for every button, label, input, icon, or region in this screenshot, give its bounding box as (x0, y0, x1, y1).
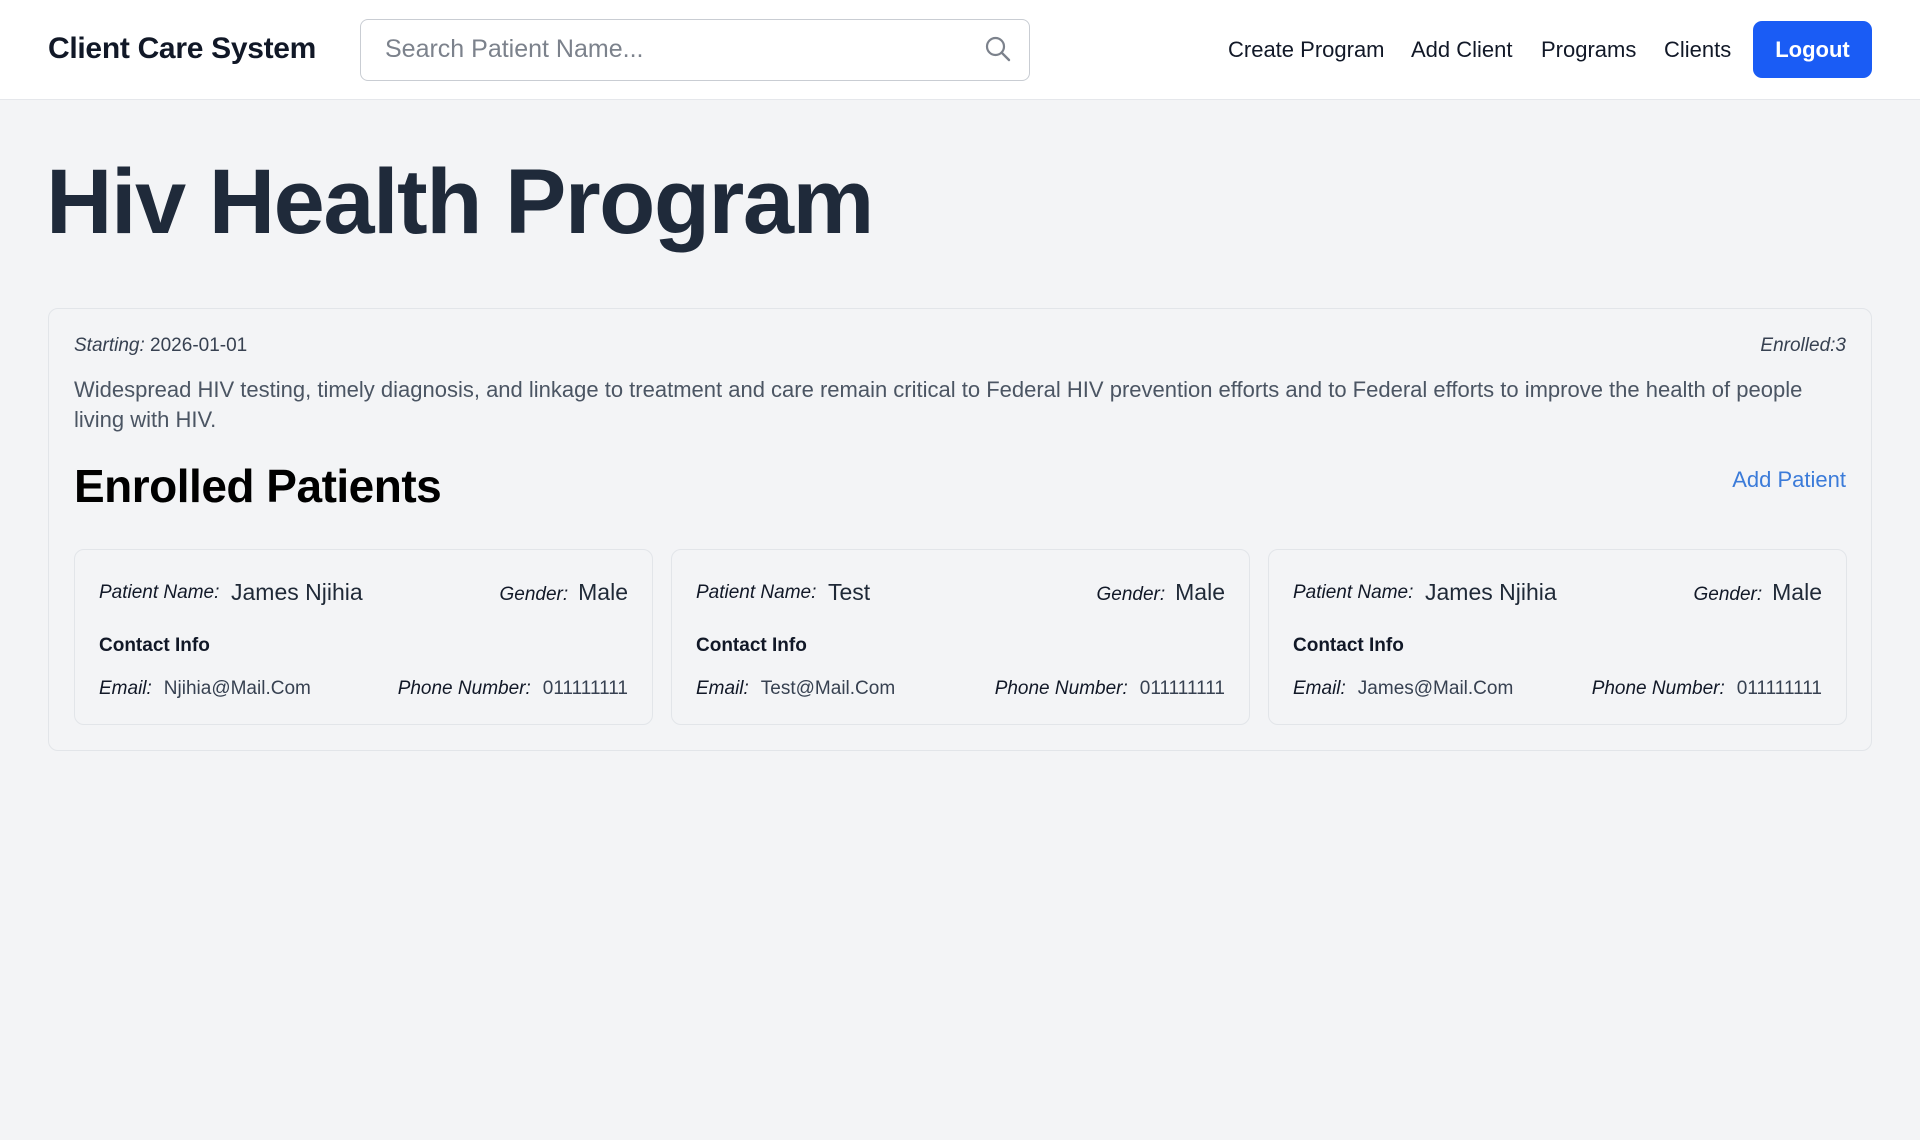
phone-label: Phone Number: (1591, 678, 1725, 699)
search-box[interactable] (360, 19, 1030, 81)
enrolled-value: 3 (1835, 335, 1846, 356)
phone-label: Phone Number: (397, 678, 531, 699)
enrolled-patients-heading: Enrolled Patients (74, 460, 442, 512)
patient-phone: 011111111 (542, 678, 628, 699)
email-label: Email: (1293, 678, 1346, 699)
program-card: Starting: 2026-01-01 Enrolled:3 Widespre… (48, 308, 1872, 751)
enrolled-label: Enrolled: (1760, 335, 1836, 356)
nav-create-program[interactable]: Create Program (1228, 37, 1385, 63)
patient-email: Test@Mail.Com (760, 678, 896, 699)
patient-name-label: Patient Name: (696, 582, 817, 603)
email-group: Email: James@Mail.Com (1293, 678, 1513, 700)
logout-button[interactable]: Logout (1753, 21, 1872, 78)
gender-label: Gender: (1096, 584, 1166, 605)
patient-email: Njihia@Mail.Com (163, 678, 311, 699)
starting-date: 2026-01-01 (150, 335, 248, 356)
program-description: Widespread HIV testing, timely diagnosis… (74, 377, 1803, 432)
phone-group: Phone Number: 011111111 (398, 678, 628, 700)
starting-label: Starting: (74, 335, 145, 356)
search-icon[interactable] (984, 35, 1012, 63)
top-navbar: Client Care System Create Program Add Cl… (0, 0, 1920, 100)
patient-card: Patient Name: Test Gender: Male Contact I… (671, 549, 1250, 725)
patient-email: James@Mail.Com (1357, 678, 1514, 699)
page-title: Hiv Health Program (46, 151, 874, 253)
email-label: Email: (99, 678, 152, 699)
email-label: Email: (696, 678, 749, 699)
patient-gender: Male (1175, 579, 1225, 605)
gender-group: Gender: Male (1096, 579, 1225, 606)
email-group: Email: Njihia@Mail.Com (99, 678, 311, 700)
search-input[interactable] (361, 20, 971, 79)
contact-info-heading: Contact Info (1293, 635, 1404, 656)
patient-gender: Male (578, 579, 628, 605)
patient-name-label: Patient Name: (99, 582, 220, 603)
program-start: Starting: 2026-01-01 (74, 335, 247, 357)
patient-gender: Male (1772, 579, 1822, 605)
nav-programs[interactable]: Programs (1541, 37, 1636, 63)
patient-phone: 011111111 (1736, 678, 1822, 699)
patient-card: Patient Name: James Njihia Gender: Male C… (74, 549, 653, 725)
brand-title: Client Care System (48, 32, 317, 65)
phone-group: Phone Number: 011111111 (1592, 678, 1822, 700)
gender-label: Gender: (1693, 584, 1763, 605)
contact-info-heading: Contact Info (99, 635, 210, 656)
phone-label: Phone Number: (994, 678, 1128, 699)
email-group: Email: Test@Mail.Com (696, 678, 895, 700)
gender-group: Gender: Male (1693, 579, 1822, 606)
patient-name-label: Patient Name: (1293, 582, 1414, 603)
patient-name: James Njihia (231, 579, 363, 605)
gender-group: Gender: Male (499, 579, 628, 606)
patient-name: James Njihia (1425, 579, 1557, 605)
gender-label: Gender: (499, 584, 569, 605)
patient-card: Patient Name: James Njihia Gender: Male C… (1268, 549, 1847, 725)
contact-info-heading: Contact Info (696, 635, 807, 656)
nav-clients[interactable]: Clients (1664, 37, 1731, 63)
phone-group: Phone Number: 011111111 (995, 678, 1225, 700)
patient-name: Test (828, 579, 871, 605)
nav-add-client[interactable]: Add Client (1411, 37, 1513, 63)
patient-phone: 011111111 (1139, 678, 1225, 699)
add-patient-link[interactable]: Add Patient (1732, 467, 1846, 493)
enrolled-count: Enrolled:3 (1760, 335, 1846, 357)
